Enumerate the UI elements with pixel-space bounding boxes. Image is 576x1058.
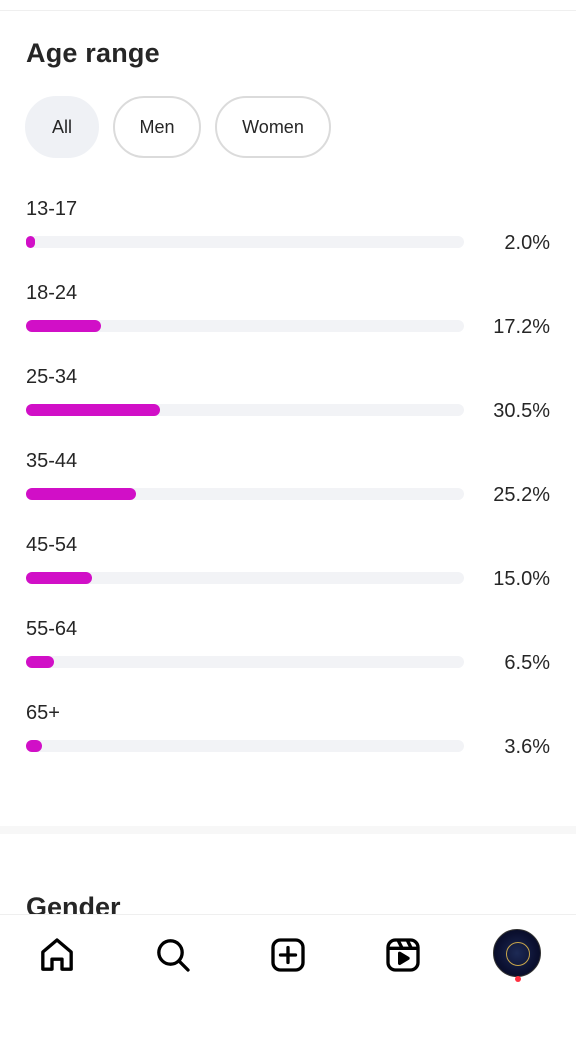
age-row-percent: 30.5% <box>493 400 550 422</box>
age-row-bar <box>26 488 137 500</box>
age-row-bar <box>26 320 102 332</box>
age-row: 18-24 17.2% <box>0 280 576 364</box>
age-row: 35-44 25.2% <box>0 448 576 532</box>
age-row-bar <box>26 740 42 752</box>
profile-avatar[interactable] <box>493 929 541 977</box>
filter-women-chip[interactable]: Women <box>215 96 331 158</box>
search-icon[interactable] <box>149 931 197 979</box>
notification-dot <box>515 976 521 982</box>
age-row-bar <box>26 572 92 584</box>
age-row: 13-17 2.0% <box>0 196 576 280</box>
age-range-list: 13-17 2.0% 18-24 17.2% 25-34 30.5% 35-44… <box>0 196 576 784</box>
filter-all-chip[interactable]: All <box>25 96 99 158</box>
avatar-emblem <box>506 942 530 966</box>
age-row-track <box>26 572 464 584</box>
reels-icon[interactable] <box>379 931 427 979</box>
age-row-percent: 2.0% <box>504 232 550 254</box>
age-filter-chips: All Men Women <box>25 96 331 158</box>
age-row-label: 18-24 <box>26 282 78 304</box>
bottom-nav-bar <box>0 914 576 1058</box>
age-row-track <box>26 404 464 416</box>
age-row-percent: 3.6% <box>504 736 550 758</box>
age-row-bar <box>26 656 55 668</box>
age-row-track <box>26 236 464 248</box>
age-row: 45-54 15.0% <box>0 532 576 616</box>
age-row-percent: 15.0% <box>493 568 550 590</box>
age-row-bar <box>26 404 160 416</box>
age-row-label: 25-34 <box>26 366 78 388</box>
age-row-label: 55-64 <box>26 618 78 640</box>
age-row-track <box>26 656 464 668</box>
section-divider <box>0 826 576 834</box>
age-row-track <box>26 320 464 332</box>
age-row-label: 35-44 <box>26 450 78 472</box>
age-row-label: 13-17 <box>26 198 78 220</box>
age-row: 25-34 30.5% <box>0 364 576 448</box>
age-row-bar <box>26 236 35 248</box>
age-row-label: 65+ <box>26 702 60 724</box>
top-divider <box>0 10 576 11</box>
age-row-label: 45-54 <box>26 534 78 556</box>
age-row: 55-64 6.5% <box>0 616 576 700</box>
avatar <box>493 929 541 977</box>
create-icon[interactable] <box>264 931 312 979</box>
age-row-percent: 6.5% <box>504 652 550 674</box>
home-icon[interactable] <box>33 931 81 979</box>
age-row-percent: 25.2% <box>493 484 550 506</box>
age-range-title: Age range <box>26 38 160 68</box>
age-row: 65+ 3.6% <box>0 700 576 784</box>
filter-men-chip[interactable]: Men <box>113 96 201 158</box>
age-row-percent: 17.2% <box>493 316 550 338</box>
age-row-track <box>26 740 464 752</box>
age-row-track <box>26 488 464 500</box>
